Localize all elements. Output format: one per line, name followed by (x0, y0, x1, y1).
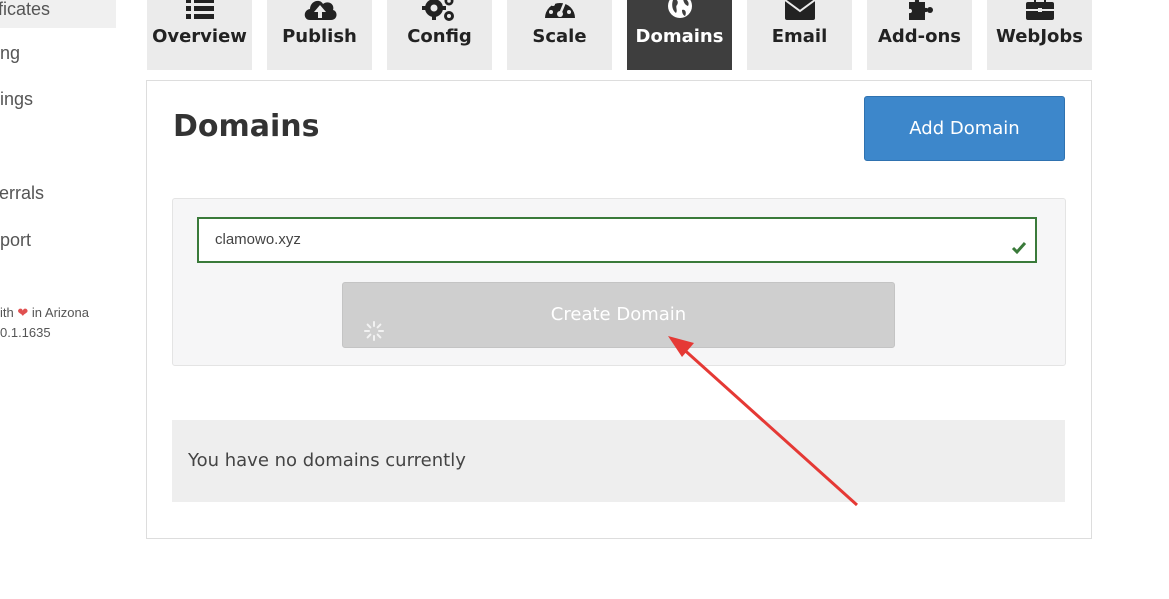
briefcase-icon (987, 0, 1092, 22)
sidebar-item-label: port (0, 230, 32, 250)
sidebar-item-certificates[interactable]: ificates (0, 0, 116, 28)
tab-webjobs[interactable]: WebJobs (987, 0, 1092, 70)
cloud-upload-icon (267, 0, 372, 22)
sidebar-item-logging[interactable]: ng (0, 34, 116, 72)
dashboard-icon (507, 0, 612, 22)
checkmark-icon (1011, 231, 1027, 273)
app-version: 0.1.1635 (0, 325, 51, 340)
domains-empty-state: You have no domains currently (172, 420, 1065, 502)
sidebar-item-label: ings (0, 89, 34, 109)
gears-icon (387, 0, 492, 22)
tab-label: Publish (282, 26, 357, 47)
footer-prefix: ith (0, 305, 14, 320)
made-with-love: ith ❤ in Arizona (0, 305, 89, 321)
tab-email[interactable]: Email (747, 0, 852, 70)
tab-add-ons[interactable]: Add-ons (867, 0, 972, 70)
tab-label: Domains (635, 26, 724, 47)
create-domain-button[interactable]: Create Domain (342, 282, 895, 348)
tab-domains[interactable]: Domains (627, 0, 732, 70)
domain-input[interactable]: clamowo.xyz (197, 217, 1037, 263)
sidebar-item-label: errals (0, 183, 45, 203)
tab-overview[interactable]: Overview (147, 0, 252, 70)
tab-config[interactable]: Config (387, 0, 492, 70)
tab-label: Config (407, 26, 472, 47)
domain-input-value: clamowo.xyz (215, 231, 301, 248)
create-domain-label: Create Domain (550, 304, 687, 325)
sidebar-item-settings[interactable]: ings (0, 80, 116, 118)
spinner-icon (363, 305, 385, 369)
tab-label: Scale (532, 26, 587, 47)
sidebar-item-referrals[interactable]: errals (0, 174, 116, 212)
tab-label: Email (771, 26, 828, 47)
heart-icon: ❤ (17, 305, 29, 320)
tab-label: WebJobs (996, 26, 1083, 47)
page-title: Domains (173, 109, 320, 144)
globe-icon (627, 0, 732, 22)
empty-message: You have no domains currently (188, 450, 466, 471)
sidebar: ificates ng ings errals port ith ❤ in Ar… (0, 0, 116, 599)
tab-label: Add-ons (877, 26, 962, 47)
add-domain-form: clamowo.xyz Create Domain (172, 198, 1066, 366)
footer-suffix: in Arizona (31, 305, 89, 320)
list-icon (147, 0, 252, 22)
tab-label: Overview (152, 26, 247, 47)
domains-panel: Domains Add Domain clamowo.xyz Create Do… (146, 80, 1092, 539)
sidebar-item-support[interactable]: port (0, 221, 116, 259)
puzzle-icon (867, 0, 972, 22)
tab-scale[interactable]: Scale (507, 0, 612, 70)
envelope-icon (747, 0, 852, 22)
sidebar-item-label: ng (0, 43, 21, 63)
tab-publish[interactable]: Publish (267, 0, 372, 70)
sidebar-item-label: ificates (0, 0, 51, 19)
add-domain-button[interactable]: Add Domain (864, 96, 1065, 161)
